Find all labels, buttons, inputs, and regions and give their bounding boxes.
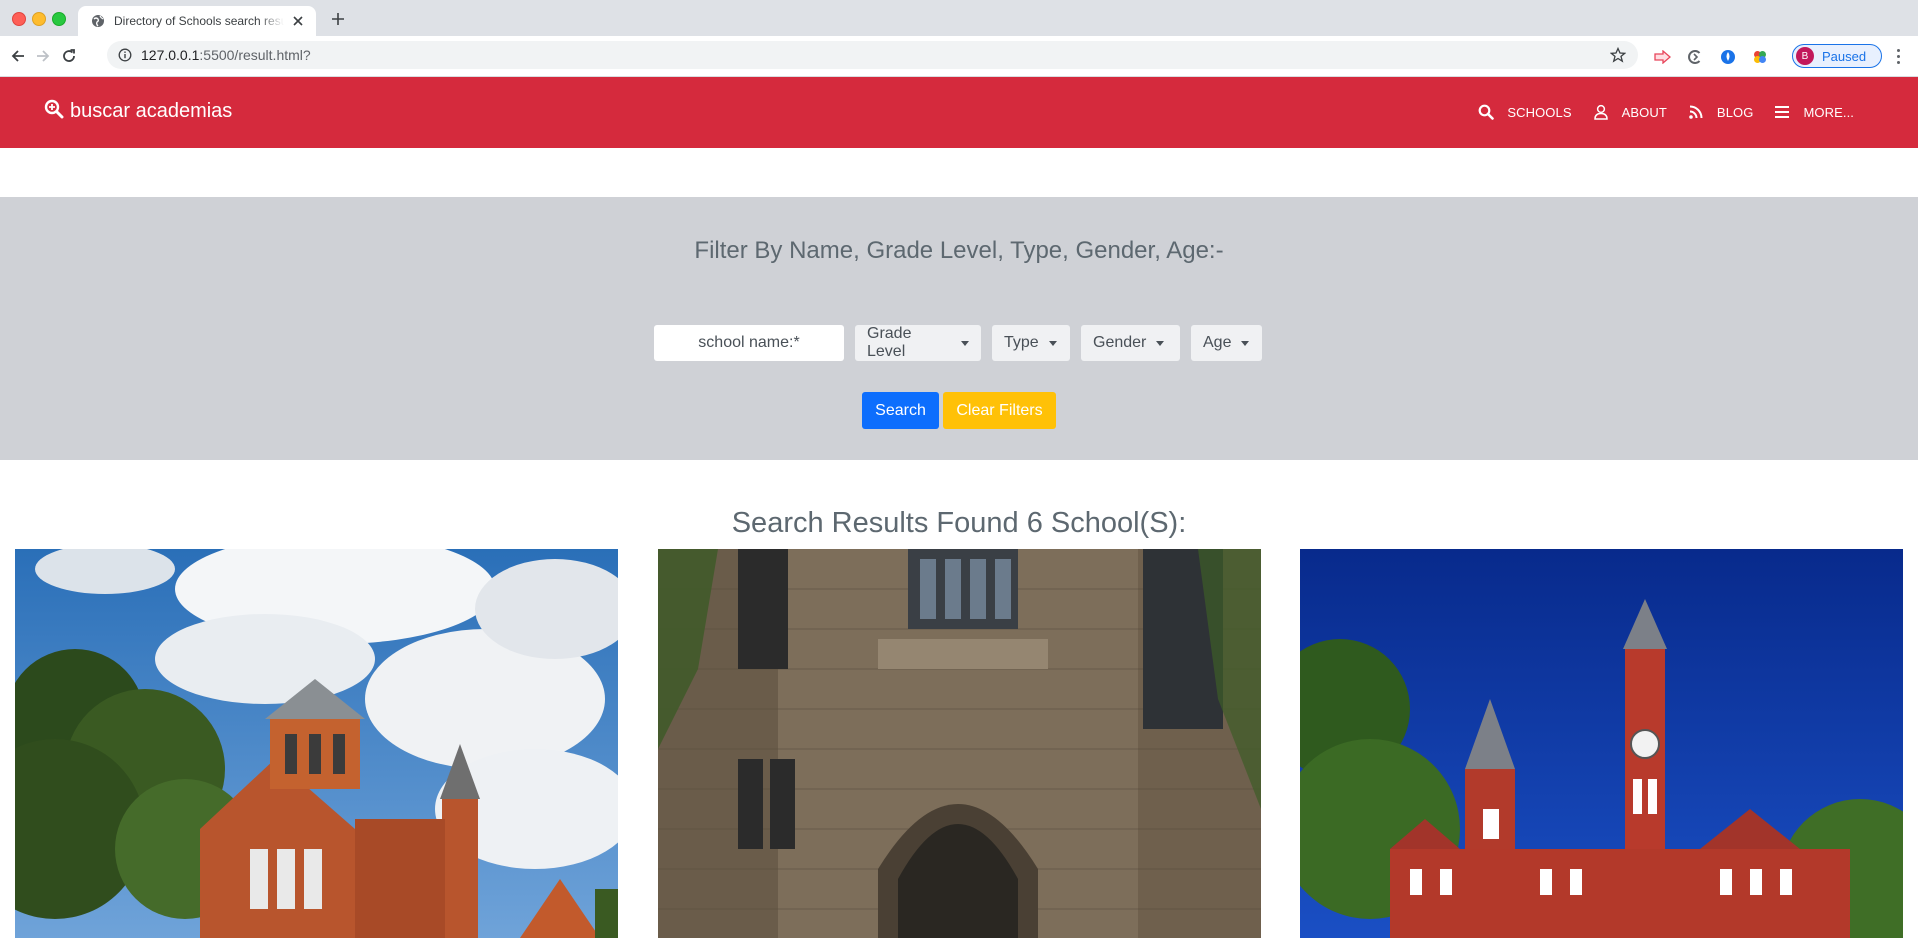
- clear-filters-button[interactable]: Clear Filters: [943, 392, 1056, 429]
- menu-icon: [1773, 103, 1791, 121]
- reload-icon[interactable]: [59, 46, 79, 66]
- url-path: :5500/result.html?: [199, 47, 311, 63]
- caret-down-icon: [961, 340, 969, 346]
- type-dropdown[interactable]: Type: [992, 325, 1070, 361]
- filter-buttons: Search Clear Filters: [862, 392, 1056, 429]
- close-icon[interactable]: [290, 13, 306, 29]
- search-button[interactable]: Search: [862, 392, 939, 429]
- address-bar[interactable]: 127.0.0.1:5500/result.html?: [107, 41, 1638, 69]
- school-card-image-2[interactable]: [658, 549, 1261, 938]
- tab-title: Directory of Schools search results: [114, 14, 284, 28]
- nav-links: SCHOOLS ABOUT BLOG MORE...: [1477, 99, 1854, 125]
- rss-icon: [1687, 103, 1705, 121]
- page: buscar academias SCHOOLS ABOUT BLOG MORE…: [0, 77, 1918, 938]
- profile-status: Paused: [1822, 48, 1867, 64]
- nav-label-about: ABOUT: [1621, 104, 1667, 120]
- gender-dropdown[interactable]: Gender: [1081, 325, 1180, 361]
- extension-blue-drop-icon[interactable]: [1719, 48, 1737, 66]
- caret-down-icon: [1156, 340, 1165, 346]
- brand[interactable]: buscar academias: [44, 99, 232, 124]
- filter-row: Grade Level Type Gender Age: [654, 325, 1262, 361]
- site-navbar: buscar academias SCHOOLS ABOUT BLOG MORE…: [0, 77, 1918, 148]
- grade-level-dropdown[interactable]: Grade Level: [855, 325, 981, 361]
- caret-down-icon: [1241, 340, 1250, 346]
- window-minimize-button[interactable]: [32, 12, 46, 26]
- bookmark-star-icon[interactable]: [1609, 46, 1627, 63]
- nav-label-more: MORE...: [1803, 104, 1854, 120]
- search-plus-icon: [44, 99, 64, 124]
- nav-item-blog[interactable]: BLOG: [1687, 103, 1774, 121]
- avatar: B: [1796, 47, 1814, 65]
- browser-menu-icon[interactable]: [1890, 46, 1906, 66]
- filter-section: Filter By Name, Grade Level, Type, Gende…: [0, 197, 1918, 460]
- nav-item-more[interactable]: MORE...: [1773, 103, 1854, 121]
- browser-tab-strip: Directory of Schools search results: [0, 0, 1918, 36]
- school-card-image-1[interactable]: [15, 549, 618, 938]
- profile-button[interactable]: B Paused: [1792, 44, 1882, 68]
- extension-c-icon[interactable]: [1686, 48, 1704, 66]
- type-label: Type: [1004, 334, 1039, 351]
- window-close-button[interactable]: [12, 12, 26, 26]
- grade-level-label: Grade Level: [867, 325, 912, 360]
- search-icon: [1477, 103, 1495, 121]
- extension-color-icon[interactable]: [1751, 48, 1769, 66]
- nav-label-schools: SCHOOLS: [1507, 104, 1572, 120]
- forward-arrow-icon[interactable]: [33, 46, 53, 66]
- user-icon: [1592, 103, 1610, 121]
- back-arrow-icon[interactable]: [8, 46, 28, 66]
- results-heading: Search Results Found 6 School(S):: [731, 507, 1187, 539]
- filter-heading: Filter By Name, Grade Level, Type, Gende…: [694, 237, 1224, 264]
- nav-item-about[interactable]: ABOUT: [1592, 103, 1687, 121]
- window-zoom-button[interactable]: [52, 12, 66, 26]
- browser-tab[interactable]: Directory of Schools search results: [78, 6, 316, 36]
- url-text: 127.0.0.1:5500/result.html?: [141, 47, 311, 63]
- extension-arrow-icon[interactable]: [1654, 48, 1672, 66]
- globe-icon: [90, 13, 106, 29]
- nav-item-schools[interactable]: SCHOOLS: [1477, 103, 1591, 121]
- gender-label: Gender: [1093, 334, 1147, 351]
- brand-name: buscar academias: [70, 100, 233, 122]
- age-label: Age: [1203, 334, 1232, 351]
- nav-label-blog: BLOG: [1716, 104, 1754, 120]
- url-host: 127.0.0.1: [141, 47, 200, 63]
- new-tab-plus-icon[interactable]: [328, 9, 348, 29]
- caret-down-icon: [1048, 340, 1057, 346]
- info-icon[interactable]: [117, 47, 133, 63]
- school-card-image-3[interactable]: [1300, 549, 1903, 938]
- age-dropdown[interactable]: Age: [1191, 325, 1262, 361]
- browser-toolbar: 127.0.0.1:5500/result.html? B Paused: [0, 36, 1918, 77]
- school-name-input[interactable]: [654, 325, 844, 361]
